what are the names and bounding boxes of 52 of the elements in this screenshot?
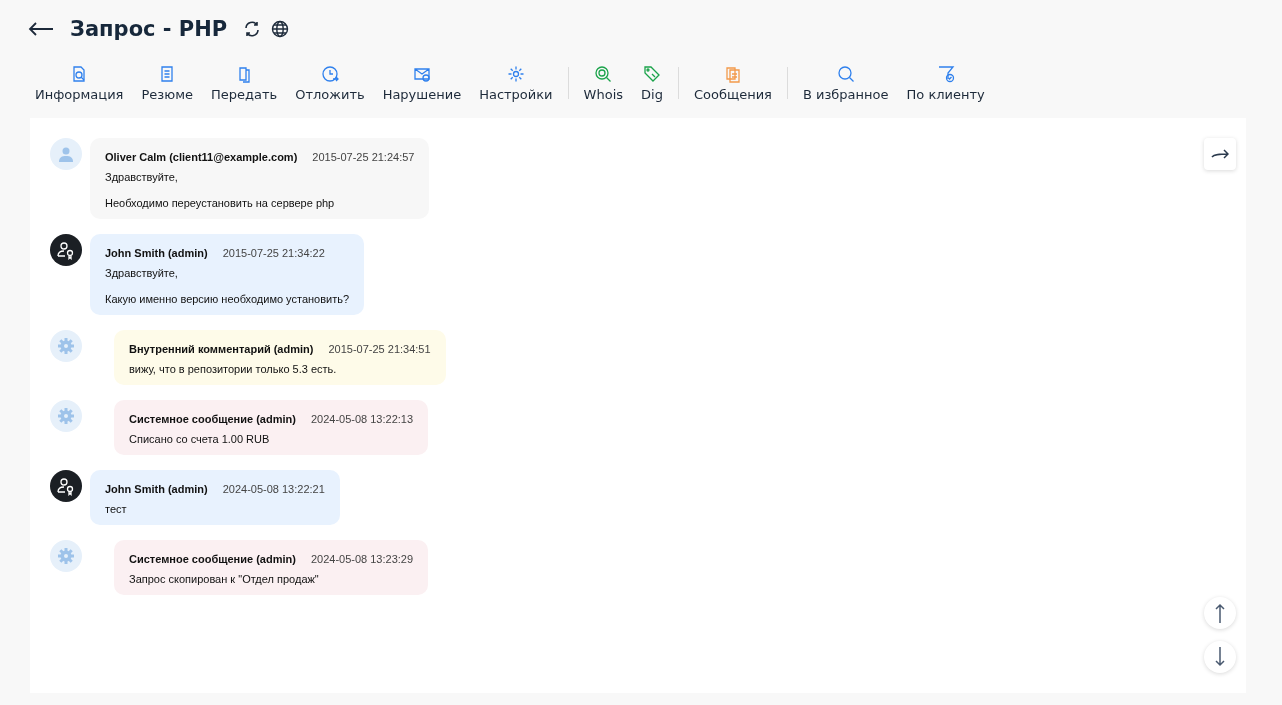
message-time: 2024-05-08 13:23:29 xyxy=(310,553,414,565)
toolbar-button[interactable]: Whois xyxy=(574,64,632,102)
message-text: Запрос скопирован к "Отдел продаж" xyxy=(129,573,320,585)
message-time: 2024-05-08 13:22:21 xyxy=(222,483,325,495)
system-avatar xyxy=(50,400,82,432)
user-avatar xyxy=(50,138,82,170)
toolbar-button[interactable]: Dig xyxy=(632,64,672,102)
message-text: Необходимо переустановить на сервере php xyxy=(105,197,336,209)
toolbar-button[interactable]: Резюме xyxy=(132,64,202,102)
message-author: John Smith (admin) xyxy=(105,483,208,495)
refresh-icon[interactable] xyxy=(243,20,262,38)
toolbar-button[interactable]: Нарушение xyxy=(373,64,471,102)
message-text: Списано со счета 1.00 RUB xyxy=(129,433,271,445)
message-text: Здравствуйте, xyxy=(105,171,179,183)
down-arrow-icon xyxy=(1215,647,1225,667)
forward-button[interactable] xyxy=(1204,138,1236,170)
toolbar-button[interactable]: Передать xyxy=(201,64,287,102)
documents-icon xyxy=(723,64,742,83)
system-avatar xyxy=(50,330,82,362)
message-text: вижу, что в репозитории только 5.3 есть. xyxy=(129,363,338,375)
message-text: тест xyxy=(105,503,128,515)
back-arrow-icon[interactable] xyxy=(28,22,54,36)
message-author: Системное сообщение (admin) xyxy=(129,553,296,565)
toolbar-button[interactable]: Отложить xyxy=(286,64,374,102)
message-text: Здравствуйте, xyxy=(105,267,179,279)
toolbar-button[interactable]: Настройки xyxy=(470,64,562,102)
toolbar-button[interactable]: В избранное xyxy=(793,64,898,102)
toolbar-button[interactable]: Информация xyxy=(26,64,133,102)
message-text: Какую именно версию необходимо установить? xyxy=(105,293,350,305)
admin-avatar xyxy=(50,470,82,502)
message-author: Внутренний комментарий (admin) xyxy=(129,343,314,355)
message-author: Системное сообщение (admin) xyxy=(129,413,296,425)
message-time: 2015-07-25 21:24:57 xyxy=(312,151,415,163)
page-title: Запрос - PHP xyxy=(70,17,228,41)
up-arrow-icon xyxy=(1215,603,1225,623)
system-avatar xyxy=(50,540,82,572)
toolbar-button[interactable]: Сообщения xyxy=(684,64,781,102)
message-author: Oliver Calm (client11@example.com) xyxy=(105,151,298,163)
scroll-up-button[interactable] xyxy=(1204,597,1236,629)
message-time: 2015-07-25 21:34:51 xyxy=(328,343,431,355)
message-time: 2024-05-08 13:22:13 xyxy=(310,413,414,425)
message-author: John Smith (admin) xyxy=(105,247,208,259)
message-time: 2015-07-25 21:34:22 xyxy=(222,247,325,259)
scroll-down-button[interactable] xyxy=(1204,641,1236,673)
globe-icon[interactable] xyxy=(271,20,290,38)
clock-icon xyxy=(320,64,339,83)
admin-avatar xyxy=(50,234,82,266)
forward-arrow-icon xyxy=(1211,149,1229,159)
toolbar-button[interactable]: По клиенту xyxy=(897,64,994,102)
globe-search-icon xyxy=(594,64,613,83)
tag-icon xyxy=(642,64,661,83)
search-icon xyxy=(836,64,855,83)
